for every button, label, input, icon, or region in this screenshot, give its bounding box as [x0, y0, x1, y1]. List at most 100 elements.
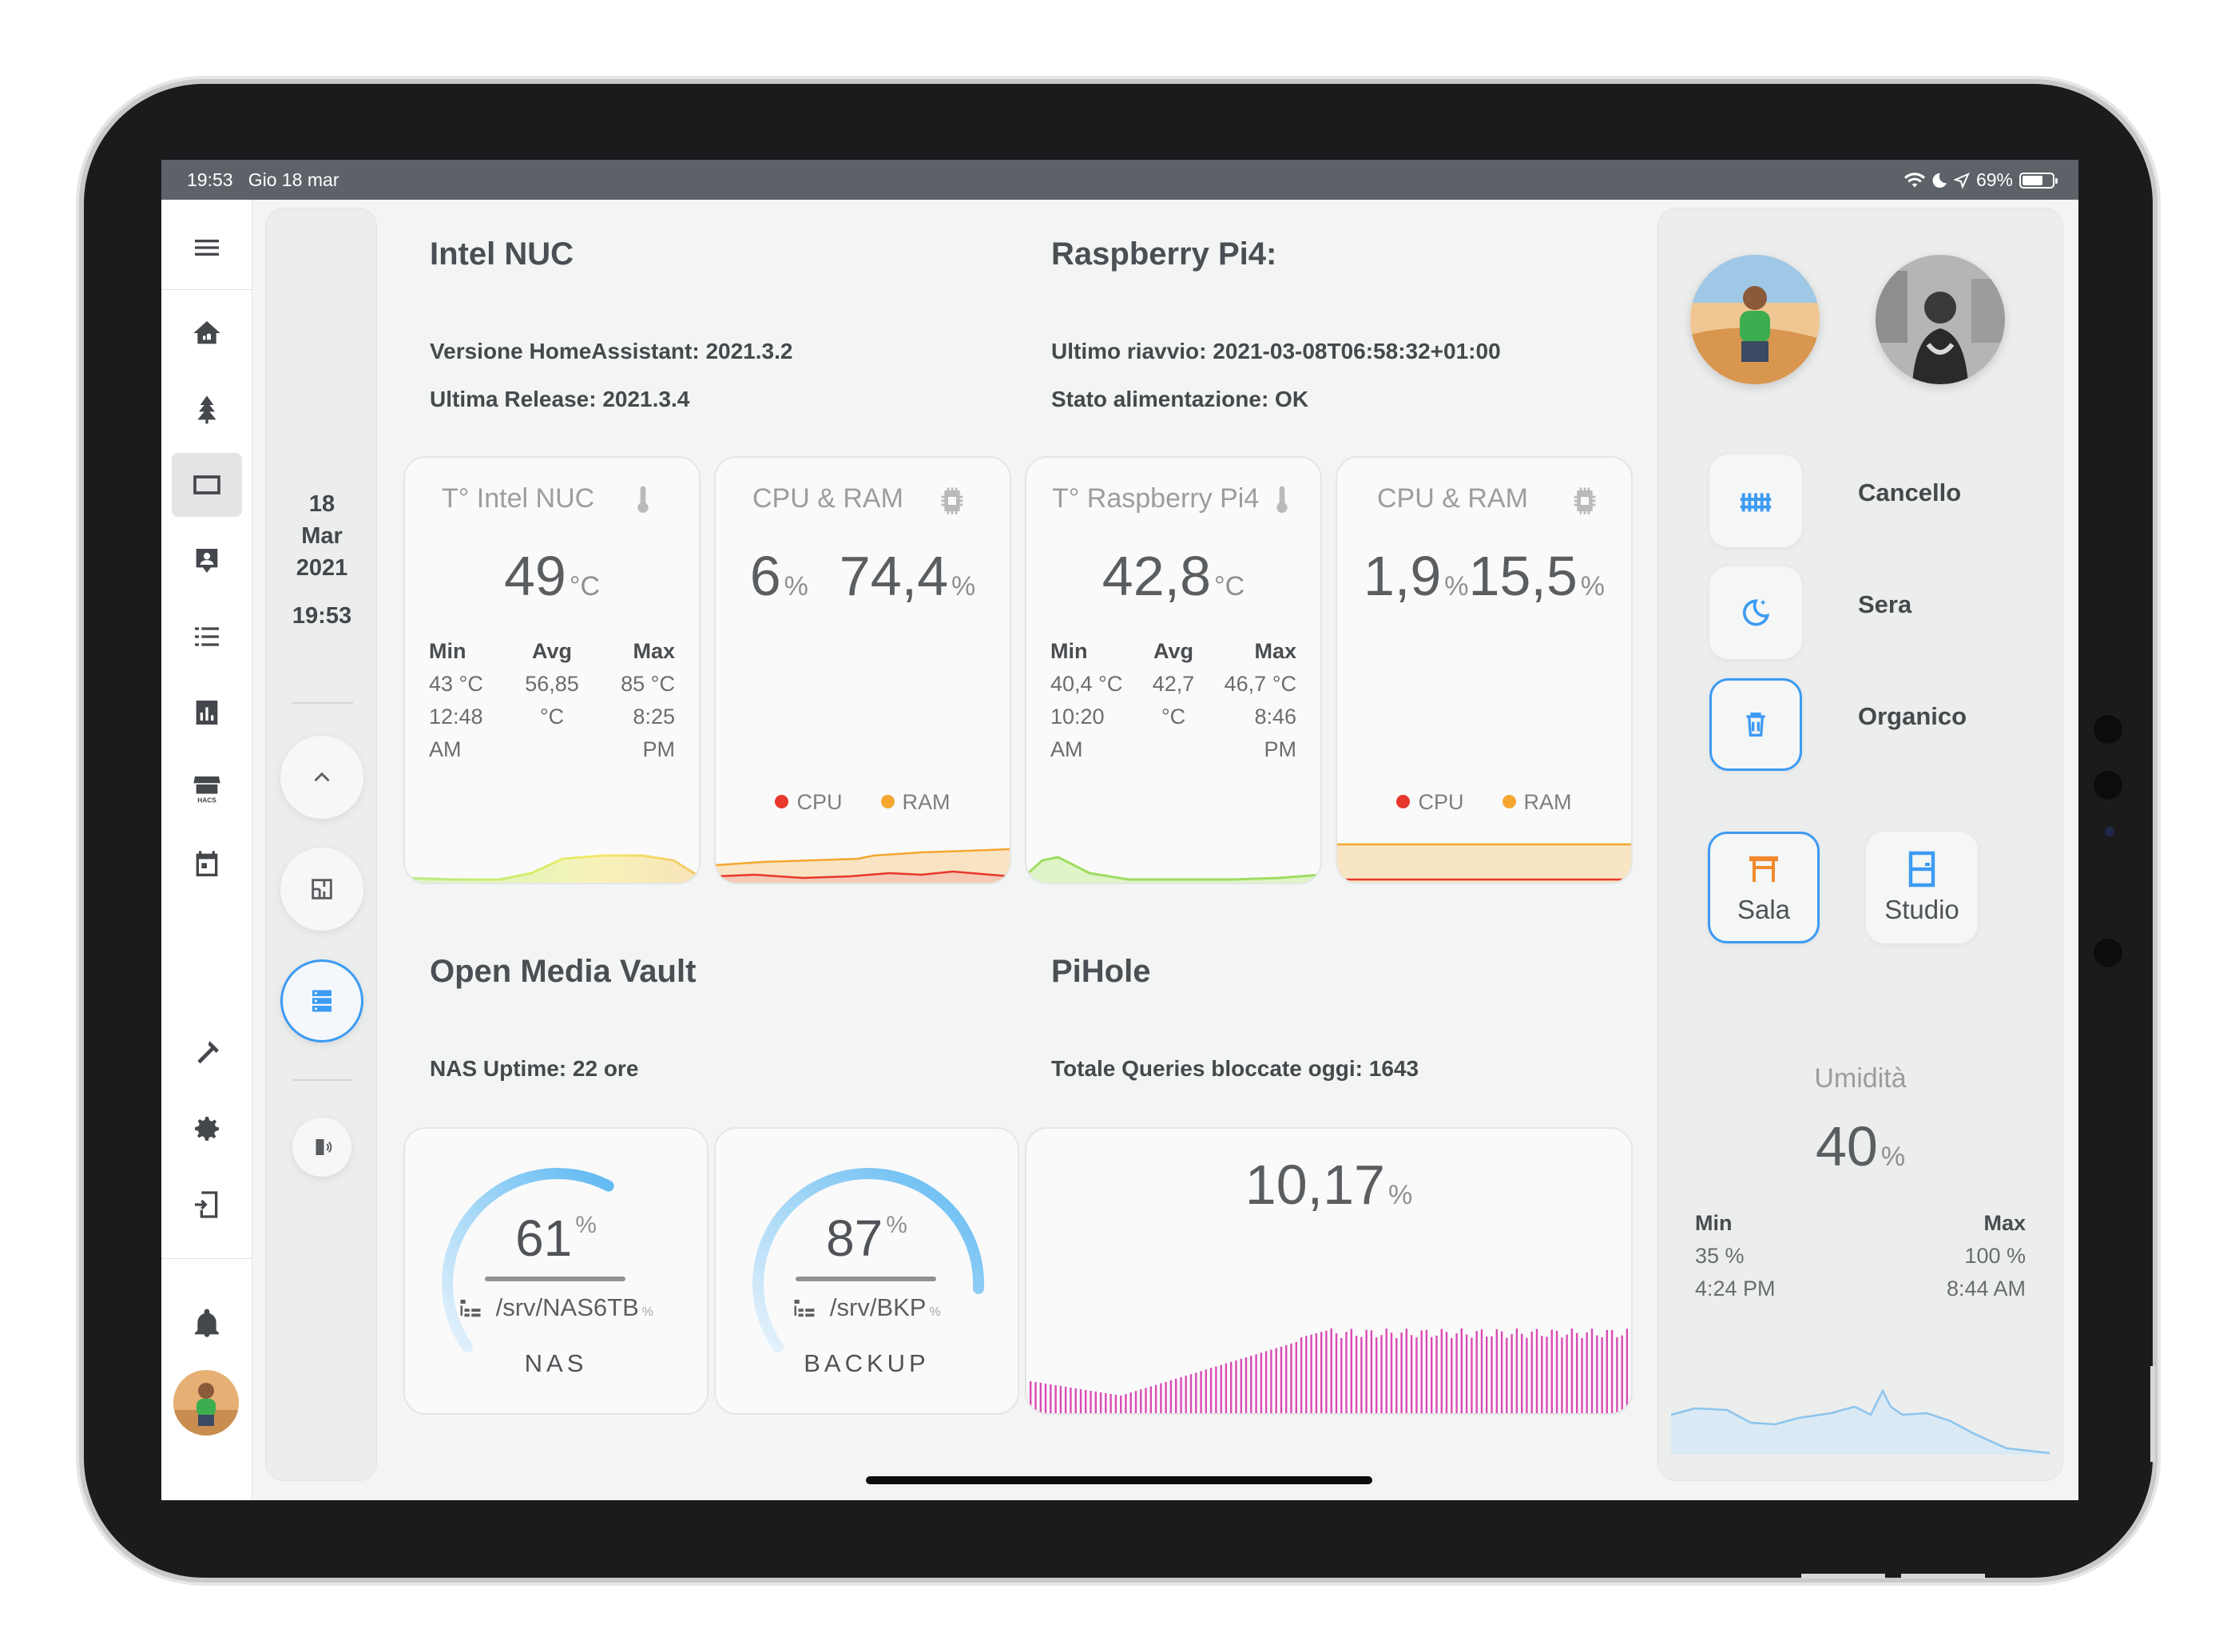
room-sala-button[interactable]: Sala [1708, 832, 1820, 943]
pihole-bar [1105, 1393, 1107, 1413]
nuc-temperature-card[interactable]: T° Intel NUC 49 °C Min 43 °C 12:48 AM Avg 56,… [403, 456, 701, 884]
pihole-percent: 10,17% [1026, 1153, 1631, 1217]
menu-button[interactable] [161, 216, 252, 280]
scene-sera-button[interactable] [1709, 566, 1802, 659]
temperature-value: 42,8 °C [1026, 544, 1320, 608]
pihole-bar [1370, 1330, 1373, 1413]
backup-gauge-card[interactable]: 87% /srv/BKP% BACKUP [714, 1127, 1019, 1415]
nuc-version: Versione HomeAssistant: 2021.3.2 [430, 339, 793, 363]
pihole-bar [1546, 1336, 1548, 1413]
gauge-unit: % [886, 1212, 907, 1238]
pihole-blocked-card[interactable]: 10,17% [1025, 1127, 1633, 1415]
tablet-icon [193, 475, 220, 494]
value-number: 42,8 [1102, 545, 1212, 607]
hammer-icon [196, 1041, 219, 1064]
sidebar-item-developer-tools[interactable] [161, 1021, 252, 1085]
rpi-cpu-ram-card[interactable]: CPU & RAM 1,9 %15,5% CPU RAM [1336, 456, 1633, 884]
sidebar-item-tablet[interactable] [161, 453, 252, 517]
floorplan-button[interactable] [280, 848, 363, 931]
pihole-bar [1415, 1337, 1418, 1413]
pihole-bar [1506, 1337, 1508, 1413]
volume-button [1801, 1574, 1885, 1579]
chart-legend: CPU RAM [716, 790, 1010, 815]
gauge-path-text: /srv/NAS6TB [495, 1293, 639, 1321]
pihole-bar [1586, 1332, 1588, 1413]
pihole-bar [1230, 1361, 1233, 1413]
pihole-bar [1335, 1333, 1338, 1413]
account-box-icon [196, 549, 217, 573]
pihole-bar [1064, 1387, 1067, 1413]
pihole-bar [1410, 1335, 1413, 1413]
right-panel: Cancello Sera Organico Sala Studio Umidi… [1657, 208, 2063, 1481]
thermometer-icon [637, 486, 649, 513]
sidebar-item-people[interactable] [161, 529, 252, 593]
pihole-bar [1590, 1328, 1594, 1413]
humidity-min-value: 35 % [1695, 1244, 1745, 1268]
pihole-bar [1626, 1328, 1629, 1413]
gauge-number: 87 [826, 1209, 883, 1267]
pihole-bar [1491, 1336, 1493, 1413]
room-studio-button[interactable]: Studio [1866, 832, 1978, 943]
pihole-bar [1561, 1337, 1563, 1413]
cpu-unit: % [1444, 571, 1469, 602]
sidebar-item-home[interactable] [161, 301, 252, 365]
pihole-bar [1134, 1391, 1137, 1413]
pihole-bar [1189, 1374, 1193, 1413]
sidebar-item-garden[interactable] [161, 377, 252, 441]
sidebar-item-hacs[interactable]: HACS [161, 757, 252, 820]
pihole-bar [1255, 1354, 1257, 1413]
pihole-bar [1451, 1337, 1453, 1413]
person-avatar-1[interactable] [1690, 255, 1820, 384]
user-avatar[interactable] [173, 1370, 239, 1436]
person-avatar-2[interactable] [1876, 255, 2005, 384]
sidebar-item-settings[interactable] [161, 1097, 252, 1161]
pihole-bar [1280, 1346, 1283, 1413]
pihole-bar [1350, 1328, 1352, 1413]
temperature-stats: Min 43 °C 12:48 AM Avg 56,85 °C Max 85 °C 8:25 P… [429, 635, 675, 766]
pihole-bar [1185, 1376, 1187, 1413]
scene-organico-button[interactable] [1709, 678, 1802, 771]
nuc-cpu-ram-card[interactable]: CPU & RAM 6% 74,4% CPU RAM [714, 456, 1011, 884]
humidity-min-time: 4:24 PM [1695, 1277, 1776, 1301]
column-divider [292, 1079, 353, 1081]
nas-gauge-card[interactable]: 61% /srv/NAS6TB% NAS [403, 1127, 709, 1415]
location-icon [1953, 172, 1970, 189]
pihole-bar [1244, 1357, 1248, 1413]
sidebar-item-notifications[interactable] [161, 1292, 252, 1356]
collapse-button[interactable] [280, 736, 363, 819]
pihole-bar [1114, 1395, 1117, 1413]
pihole-blocked-queries: Totale Queries bloccate oggi: 1643 [1051, 1056, 1419, 1081]
sidebar-item-browser-mod[interactable] [161, 1173, 252, 1237]
backup-label: BACKUP [804, 1349, 930, 1377]
pihole-bar [1285, 1344, 1288, 1413]
pihole-bar [1125, 1394, 1127, 1413]
gauge-path-unit: % [929, 1305, 941, 1319]
chip-icon [1574, 487, 1596, 514]
sidebar-item-history[interactable] [161, 681, 252, 745]
tablet-speaker-button[interactable] [292, 1118, 351, 1177]
pihole-bar [1526, 1337, 1528, 1413]
scene-sera-label: Sera [1858, 590, 1912, 618]
nas-uptime: NAS Uptime: 22 ore [430, 1056, 639, 1081]
home-indicator[interactable] [866, 1476, 1372, 1484]
stat-max-value: 85 °C [621, 672, 675, 696]
server-button[interactable] [280, 959, 363, 1042]
rpi-temperature-card[interactable]: T° Raspberry Pi4 42,8 °C Min 40,4 °C 10:20 A… [1025, 456, 1322, 884]
humidity-min-label: Min [1695, 1211, 1733, 1235]
legend-cpu: CPU [775, 790, 843, 815]
pihole-bar [1235, 1360, 1237, 1413]
camera-lens [2094, 715, 2122, 744]
stat-min-time: 10:20 [1050, 705, 1105, 729]
sidebar-item-calendar[interactable] [161, 832, 252, 896]
backup-path: /srv/BKP% [716, 1293, 1018, 1322]
pihole-bar [1431, 1336, 1433, 1413]
date-column: 18 Mar 2021 19:53 [265, 208, 377, 1481]
sidebar-item-logbook[interactable] [161, 605, 252, 669]
stat-min-time: 12:48 [429, 705, 483, 729]
cpu-value: 1,9 [1363, 545, 1442, 607]
cellphone-sound-icon [316, 1139, 332, 1155]
legend-cpu: CPU [1396, 790, 1464, 815]
pihole-percent-unit: % [1387, 1180, 1413, 1210]
pihole-bar [1455, 1333, 1458, 1413]
scene-cancello-button[interactable] [1709, 455, 1802, 547]
